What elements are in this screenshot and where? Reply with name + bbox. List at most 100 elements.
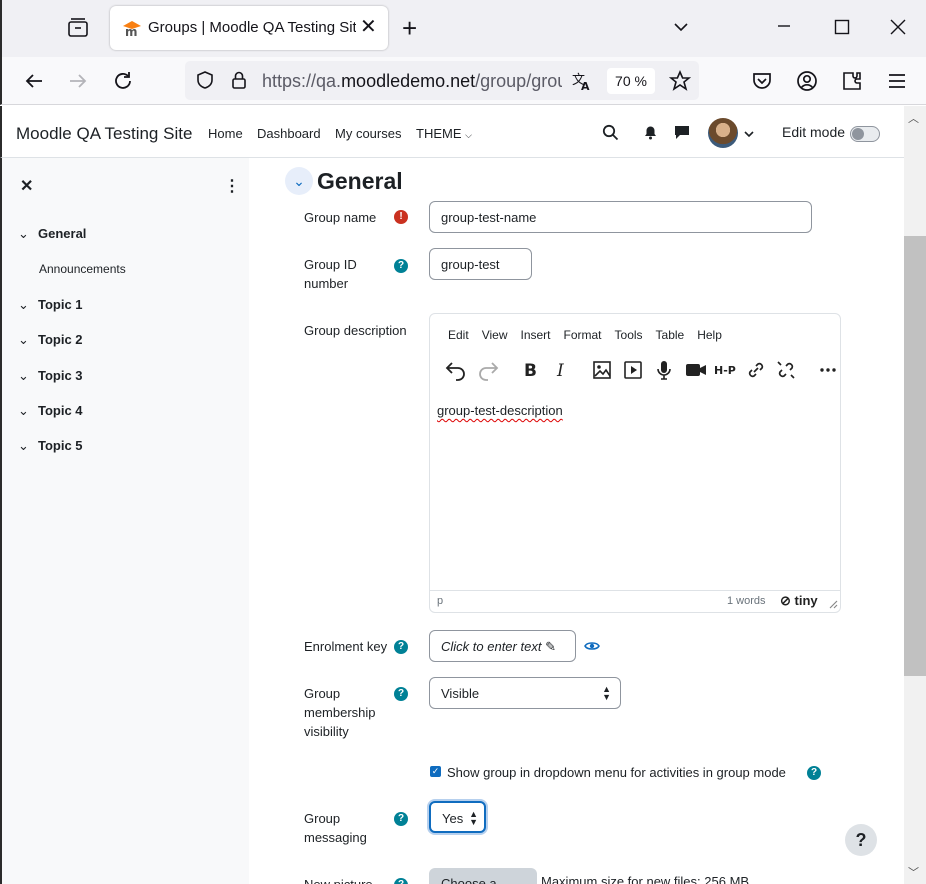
chevron-down-icon[interactable]: ⌄ (18, 403, 38, 419)
sidebar-item-topic-3[interactable]: ⌄ Topic 3 (18, 368, 83, 384)
bookmark-star-icon[interactable] (669, 70, 691, 92)
scrollbar-thumb[interactable] (904, 236, 926, 676)
word-count[interactable]: 1 words (727, 595, 766, 607)
forward-icon[interactable] (66, 69, 90, 93)
editor-content[interactable]: group-test-description (437, 403, 563, 418)
search-icon[interactable] (602, 124, 619, 141)
browser-tab[interactable]: m Groups | Moodle QA Testing Site ✕ (110, 6, 388, 50)
chevron-down-icon[interactable]: ⌄ (18, 332, 38, 348)
edit-mode-toggle[interactable] (850, 126, 880, 142)
help-icon[interactable]: ? (394, 259, 408, 273)
h5p-icon[interactable]: H-P (714, 358, 738, 382)
select-arrows-icon: ▲ ▼ (602, 684, 611, 702)
sidebar-item-topic-5[interactable]: ⌄ Topic 5 (18, 438, 83, 454)
close-drawer-icon[interactable]: ✕ (20, 176, 33, 196)
translate-icon[interactable]: 文A (571, 70, 593, 92)
group-id-label: Group ID number (304, 257, 357, 291)
visibility-select[interactable]: Visible ▲ ▼ (429, 677, 621, 709)
microphone-icon[interactable] (652, 358, 676, 382)
chevron-down-icon[interactable]: ⌄ (18, 368, 38, 384)
menu-table[interactable]: Table (656, 328, 685, 342)
kebab-menu-icon[interactable]: ⋮ (224, 176, 240, 196)
sidebar-item-general[interactable]: ⌄ General (18, 226, 86, 242)
maximize-icon[interactable] (834, 19, 850, 35)
unlink-icon[interactable] (774, 358, 798, 382)
svg-text:H-P: H-P (714, 364, 736, 377)
choose-file-button[interactable]: Choose a file... (429, 868, 537, 884)
site-name[interactable]: Moodle QA Testing Site (16, 124, 192, 144)
user-menu-chevron-icon[interactable] (744, 130, 754, 138)
element-path[interactable]: p (437, 595, 443, 607)
bell-icon[interactable] (643, 125, 658, 140)
new-picture-label: New picture (304, 875, 389, 884)
sidebar-item-topic-1[interactable]: ⌄ Topic 1 (18, 297, 83, 313)
url-bar[interactable]: https://qa.moodledemo.net/group/group.ph… (185, 61, 699, 100)
menu-insert[interactable]: Insert (520, 328, 550, 342)
menu-format[interactable]: Format (564, 328, 602, 342)
scroll-up-icon[interactable]: ︿ (908, 110, 919, 126)
menu-view[interactable]: View (482, 328, 508, 342)
back-icon[interactable] (22, 69, 46, 93)
messaging-select[interactable]: Yes ▲ ▼ (429, 801, 486, 833)
pocket-icon[interactable] (750, 69, 774, 93)
window-close-icon[interactable] (890, 19, 906, 35)
sidebar-item-topic-4[interactable]: ⌄ Topic 4 (18, 403, 83, 419)
list-tabs-chevron-icon[interactable] (672, 18, 690, 36)
nav-home[interactable]: Home (208, 126, 243, 141)
course-index-drawer: ✕ ⋮ ⌄ General Announcements ⌄ Topic 1 ⌄ Top… (0, 158, 249, 884)
group-id-input[interactable]: group-test (429, 248, 532, 280)
svg-text:A: A (581, 80, 590, 92)
messages-icon[interactable] (674, 125, 690, 140)
sidebar-item-topic-2[interactable]: ⌄ Topic 2 (18, 332, 83, 348)
reload-icon[interactable] (111, 69, 135, 93)
more-icon[interactable] (816, 358, 840, 382)
extensions-icon[interactable] (840, 69, 864, 93)
help-fab-button[interactable]: ? (845, 824, 877, 856)
video-camera-icon[interactable] (684, 358, 708, 382)
tiny-logo-icon: ⊘ (780, 593, 791, 608)
zoom-level[interactable]: 70 % (607, 68, 655, 94)
chevron-down-icon[interactable]: ⌄ (18, 438, 38, 454)
menu-help[interactable]: Help (697, 328, 722, 342)
lock-icon[interactable] (230, 70, 248, 90)
menu-edit[interactable]: Edit (448, 328, 469, 342)
help-icon[interactable]: ? (807, 766, 821, 780)
undo-icon[interactable] (444, 358, 468, 382)
reveal-eye-icon[interactable] (584, 639, 600, 653)
tab-manager-icon[interactable] (66, 16, 90, 40)
section-collapse-icon[interactable]: ⌄ (285, 167, 313, 195)
nav-my-courses[interactable]: My courses (335, 126, 401, 141)
image-icon[interactable] (590, 358, 614, 382)
chevron-down-icon[interactable]: ⌄ (18, 297, 38, 313)
new-tab-icon[interactable]: + (402, 14, 417, 42)
chevron-down-icon[interactable]: ⌄ (18, 226, 38, 242)
shield-icon[interactable] (195, 70, 215, 90)
media-icon[interactable] (621, 358, 645, 382)
scroll-down-icon[interactable]: ﹀ (908, 864, 919, 880)
enrolment-key-input[interactable]: Click to enter text ✎ (429, 630, 576, 662)
account-icon[interactable] (795, 69, 819, 93)
avatar[interactable] (708, 118, 738, 148)
help-icon[interactable]: ? (394, 878, 408, 884)
resize-handle-icon[interactable] (829, 600, 838, 609)
help-icon[interactable]: ? (394, 640, 408, 654)
menu-tools[interactable]: Tools (615, 328, 643, 342)
help-icon[interactable]: ? (394, 687, 408, 701)
italic-icon[interactable]: I (549, 358, 573, 382)
bold-icon[interactable]: B (518, 358, 542, 382)
minimize-icon[interactable] (776, 18, 792, 34)
show-in-dropdown-label[interactable]: Show group in dropdown menu for activiti… (447, 765, 786, 780)
group-name-input[interactable]: group-test-name (429, 201, 812, 233)
url-text[interactable]: https://qa.moodledemo.net/group/group.ph… (262, 71, 562, 92)
tinymce-editor[interactable]: Edit View Insert Format Tools Table Help B I H… (429, 313, 841, 613)
menu-hamburger-icon[interactable] (885, 69, 909, 93)
nav-theme[interactable]: THEME ⌵ (416, 126, 472, 141)
tiny-logo[interactable]: ⊘ tiny (780, 593, 818, 609)
link-icon[interactable] (744, 358, 768, 382)
show-in-dropdown-checkbox[interactable]: ✓ (430, 766, 441, 777)
help-icon[interactable]: ? (394, 812, 408, 826)
nav-dashboard[interactable]: Dashboard (257, 126, 321, 141)
redo-icon[interactable] (476, 358, 500, 382)
tab-close-icon[interactable]: ✕ (360, 16, 377, 38)
sidebar-item-announcements[interactable]: Announcements (39, 262, 126, 276)
